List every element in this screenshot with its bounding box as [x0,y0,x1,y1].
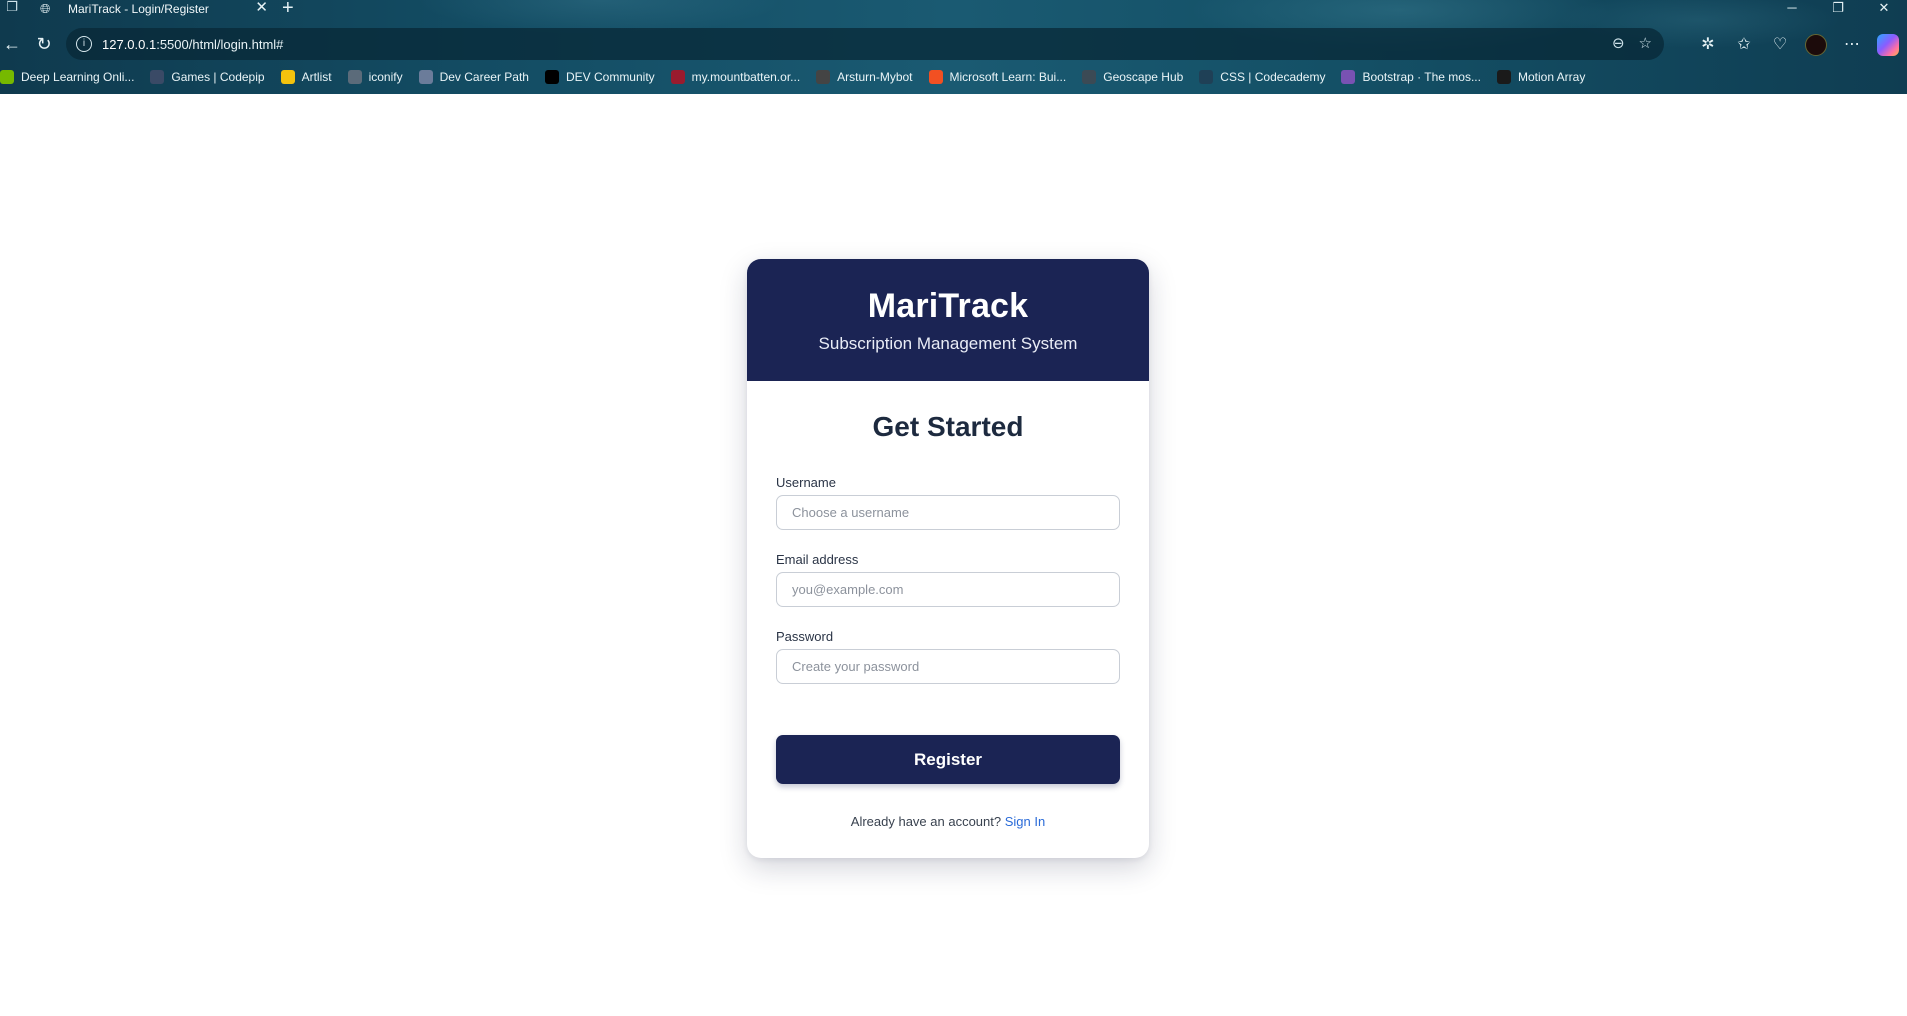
motion-array-icon [1496,70,1511,84]
signin-prompt: Already have an account? Sign In [776,814,1120,829]
bookmark-item[interactable]: Dev Career Path [418,70,529,84]
refresh-icon[interactable]: ↻ [32,33,56,57]
bookmark-label: CSS | Codecademy [1220,70,1326,84]
brand-title: MariTrack [867,287,1029,325]
tab-actions-icon[interactable]: ❐ [4,0,20,16]
address-bar[interactable]: i 127.0.0.1:5500/html/login.html# ⊖ ☆ [66,28,1664,60]
url-text[interactable]: 127.0.0.1:5500/html/login.html# [102,37,283,52]
email-label: Email address [776,552,859,567]
bookmark-item[interactable]: Artlist [280,70,332,84]
dev-career-path-icon [418,70,433,84]
url-host: 127.0.0.1 [102,36,157,52]
restore-icon[interactable]: ❐ [1815,0,1861,18]
bookmark-label: iconify [368,70,403,84]
register-card: MariTrack Subscription Management System… [747,259,1149,858]
bookmark-item[interactable]: my.mountbatten.or... [670,70,801,84]
microsoft-icon [928,70,943,84]
bookmark-label: Geoscape Hub [1103,70,1184,84]
dev-community-icon [544,70,559,84]
codepip-icon [150,70,165,84]
bookmark-item[interactable]: CSS | Codecademy [1199,70,1325,84]
extensions-icon[interactable]: ✲ [1697,34,1719,56]
close-window-icon[interactable]: ✕ [1861,0,1907,18]
password-field-group: Password [776,629,1120,684]
card-body: Get Started Username Email address Passw… [747,411,1149,829]
username-input[interactable] [776,495,1120,530]
tab-bar: ❐ 🌐︎ MariTrack - Login/Register ✕ + ─ ❐ … [0,0,1907,18]
browser-essentials-icon[interactable]: ♡ [1769,34,1791,56]
bookmark-label: Microsoft Learn: Bui... [949,70,1067,84]
bookmark-item[interactable]: Motion Array [1496,70,1586,84]
more-options-icon[interactable]: ⋯ [1841,34,1863,56]
bookmark-label: Dev Career Path [439,70,529,84]
bookmark-label: DEV Community [565,70,655,84]
password-label: Password [776,629,834,644]
iconify-icon [347,70,362,84]
bookmark-label: Motion Array [1517,70,1586,84]
bookmark-item[interactable]: Microsoft Learn: Bui... [928,70,1067,84]
form-heading: Get Started [872,411,1024,442]
bookmark-label: my.mountbatten.or... [691,70,801,84]
artlist-icon [280,70,295,84]
globe-icon: 🌐︎ [40,1,51,16]
bookmarks-bar: Deep Learning Onli... Games | Codepip Artl… [0,66,1907,88]
email-input[interactable] [776,572,1120,607]
bookmark-label: Games | Codepip [171,70,265,84]
site-info-icon[interactable]: i [76,36,92,52]
mountbatten-icon [670,70,685,84]
minimize-icon[interactable]: ─ [1769,0,1815,18]
favorite-star-icon[interactable]: ☆ [1639,34,1652,52]
browser-chrome: ❐ 🌐︎ MariTrack - Login/Register ✕ + ─ ❐ … [0,0,1907,94]
nvidia-icon [0,70,14,84]
browser-tab[interactable]: 🌐︎ MariTrack - Login/Register ✕ [30,0,278,18]
signin-prompt-text: Already have an account? [850,814,1005,829]
register-button[interactable]: Register [776,735,1120,784]
bookmark-label: Deep Learning Onli... [21,70,135,84]
bookmark-label: Bootstrap · The mos... [1362,70,1481,84]
back-icon[interactable]: ← [0,33,24,57]
tab-title: MariTrack - Login/Register [68,2,209,16]
password-input[interactable] [776,649,1120,684]
zoom-out-icon[interactable]: ⊖ [1612,34,1625,52]
codecademy-icon [1199,70,1214,84]
geoscape-icon [1082,70,1097,84]
sign-in-link[interactable]: Sign In [1005,814,1045,829]
close-tab-icon[interactable]: ✕ [255,0,268,15]
email-field-group: Email address [776,552,1120,607]
address-actions: ⊖ ☆ [1612,34,1652,52]
bookmark-item[interactable]: DEV Community [544,70,655,84]
username-label: Username [776,475,836,490]
bookmark-item[interactable]: Games | Codepip [150,70,265,84]
bookmark-item[interactable]: Bootstrap · The mos... [1341,70,1481,84]
browser-tools: ✲ ✩ ♡ ⋯ [1697,34,1899,56]
browser-toolbar: ← ↻ i 127.0.0.1:5500/html/login.html# ⊖ … [0,28,1907,62]
card-header: MariTrack Subscription Management System [747,259,1149,381]
arsturn-icon [816,70,831,84]
url-path: :5500/html/login.html# [156,36,284,52]
bootstrap-icon [1341,70,1356,84]
bookmark-item[interactable]: Geoscape Hub [1082,70,1183,84]
new-tab-icon[interactable]: + [282,0,294,18]
bookmark-item[interactable]: Arsturn-Mybot [816,70,913,84]
profile-avatar[interactable] [1805,34,1827,56]
window-controls: ─ ❐ ✕ [1769,0,1907,18]
brand-subtitle: Subscription Management System [818,334,1078,353]
username-field-group: Username [776,475,1120,530]
copilot-icon[interactable] [1877,34,1899,56]
bookmark-item[interactable]: Deep Learning Onli... [0,70,134,84]
bookmark-label: Artlist [301,70,332,84]
favorites-icon[interactable]: ✩ [1733,34,1755,56]
bookmark-item[interactable]: iconify [347,70,403,84]
bookmark-label: Arsturn-Mybot [837,70,913,84]
